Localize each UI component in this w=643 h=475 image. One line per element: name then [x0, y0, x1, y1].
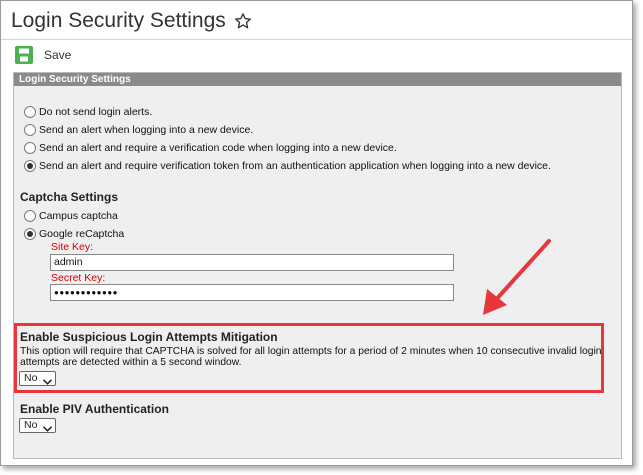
star-icon[interactable]: [234, 12, 252, 30]
site-key-input[interactable]: admin: [50, 254, 454, 271]
select-value: No: [24, 419, 38, 431]
radio-label: Campus captcha: [39, 210, 118, 222]
chevron-down-icon: [43, 376, 53, 385]
suspicious-login-select[interactable]: No: [19, 371, 57, 386]
radio-label: Send an alert and require a verification…: [39, 142, 397, 154]
radio-button[interactable]: [24, 106, 36, 118]
radio-label: Google reCaptcha: [39, 228, 125, 240]
panel-header: Login Security Settings: [14, 73, 621, 86]
radio-label: Send an alert and require verification t…: [39, 160, 551, 172]
page-title: Login Security Settings: [11, 9, 226, 32]
select-value: No: [24, 372, 38, 384]
radio-option-verification-code[interactable]: Send an alert and require a verification…: [24, 142, 397, 154]
site-key-label: Site Key:: [51, 241, 94, 253]
chevron-down-icon: [43, 423, 53, 432]
radio-option-no-alerts[interactable]: Do not send login alerts.: [24, 106, 152, 118]
secret-key-label: Secret Key:: [51, 272, 106, 284]
radio-label: Send an alert when logging into a new de…: [39, 124, 254, 136]
radio-option-authenticator-token[interactable]: Send an alert and require verification t…: [24, 160, 551, 172]
captcha-settings-title: Captcha Settings: [20, 190, 119, 204]
radio-option-google-recaptcha[interactable]: Google reCaptcha: [24, 228, 124, 240]
title-bar: Login Security Settings: [11, 6, 252, 36]
radio-button-selected[interactable]: [24, 160, 36, 172]
radio-button[interactable]: [24, 142, 36, 154]
save-button[interactable]: Save: [15, 46, 71, 64]
piv-authentication-select[interactable]: No: [19, 418, 57, 433]
radio-button-selected[interactable]: [24, 228, 36, 240]
radio-option-alert-new-device[interactable]: Send an alert when logging into a new de…: [24, 124, 253, 136]
radio-option-campus-captcha[interactable]: Campus captcha: [24, 210, 118, 222]
radio-button[interactable]: [24, 124, 36, 136]
suspicious-login-description: This option will require that CAPTCHA is…: [20, 346, 602, 368]
radio-label: Do not send login alerts.: [39, 106, 153, 118]
piv-authentication-title: Enable PIV Authentication: [20, 402, 169, 416]
suspicious-login-title: Enable Suspicious Login Attempts Mitigat…: [20, 330, 278, 344]
save-icon: [15, 46, 33, 64]
save-label: Save: [44, 48, 72, 62]
secret-key-input[interactable]: ●●●●●●●●●●●●: [50, 284, 454, 301]
red-arrow-icon: [483, 239, 551, 315]
window-frame: Login Security Settings Save Login Secur…: [0, 0, 633, 466]
toolbar-divider: [1, 39, 632, 40]
radio-button[interactable]: [24, 210, 36, 222]
